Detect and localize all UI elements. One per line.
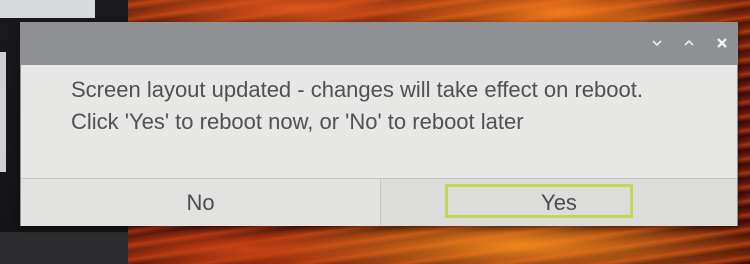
background-window-edge [0, 52, 6, 172]
yes-button-label: Yes [541, 190, 577, 215]
no-button[interactable]: No [21, 179, 380, 226]
chevron-down-icon [652, 40, 662, 47]
minimize-button[interactable] [647, 34, 667, 54]
close-icon [717, 38, 727, 48]
message-line-1: Screen layout updated - changes will tak… [71, 77, 643, 102]
dialog-button-row: No Yes [21, 178, 737, 226]
focus-ring [445, 184, 633, 218]
background-window-footer [0, 232, 128, 264]
background-window-titlebar [0, 0, 95, 18]
message-line-2: Click 'Yes' to reboot now, or 'No' to re… [71, 109, 524, 134]
yes-button[interactable]: Yes [381, 179, 737, 226]
reboot-dialog: Screen layout updated - changes will tak… [20, 22, 738, 226]
no-button-label: No [186, 190, 215, 215]
dialog-message: Screen layout updated - changes will tak… [71, 74, 721, 138]
chevron-up-icon [684, 39, 694, 46]
dialog-titlebar[interactable] [21, 23, 737, 65]
close-button[interactable] [712, 34, 732, 54]
maximize-button[interactable] [679, 34, 699, 54]
